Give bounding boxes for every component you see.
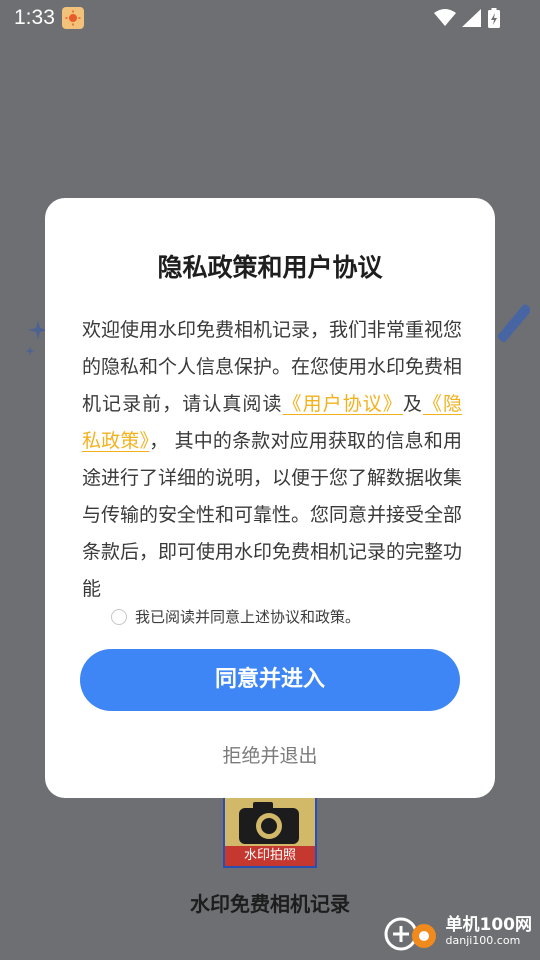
status-time: 1:33 bbox=[14, 6, 55, 29]
site-logo-icon bbox=[384, 912, 440, 952]
dialog-body: 欢迎使用水印免费相机记录，我们非常重视您的隐私和个人信息保护。在您使用水印免费相… bbox=[82, 312, 462, 608]
dialog-title: 隐私政策和用户协议 bbox=[157, 253, 383, 282]
privacy-dialog: 隐私政策和用户协议 欢迎使用水印免费相机记录，我们非常重视您的隐私和个人信息保护… bbox=[45, 198, 495, 798]
body-conjunction: 及 bbox=[402, 393, 423, 415]
signal-icon bbox=[462, 9, 482, 31]
app-logo: 水印拍照 bbox=[223, 792, 317, 868]
body-rest: ， 其中的条款对应用获取的信息和用途进行了详细的说明，以便于您了解数据收集与传输… bbox=[82, 430, 463, 600]
consent-radio[interactable] bbox=[111, 608, 127, 625]
status-icons bbox=[434, 8, 500, 32]
reject-button[interactable]: 拒绝并退出 bbox=[45, 741, 495, 768]
watermark-title: 单机100网 bbox=[445, 915, 533, 936]
agree-button[interactable]: 同意并进入 bbox=[80, 649, 460, 711]
consent-checkbox-row[interactable]: 我已阅读并同意上述协议和政策。 bbox=[111, 606, 360, 627]
wifi-icon bbox=[434, 9, 456, 31]
app-logo-label: 水印拍照 bbox=[225, 846, 315, 866]
status-bar: 1:33 bbox=[0, 0, 540, 36]
camera-icon bbox=[239, 802, 299, 844]
sun-app-icon bbox=[62, 7, 84, 29]
consent-label: 我已阅读并同意上述协议和政策。 bbox=[135, 608, 361, 626]
user-agreement-link[interactable]: 《用户协议》 bbox=[283, 393, 403, 415]
watermark-url: danji100.com bbox=[445, 934, 521, 948]
decor-pen bbox=[490, 300, 532, 360]
battery-charging-icon bbox=[488, 8, 500, 32]
site-watermark: 单机100网 danji100.com bbox=[384, 912, 533, 952]
